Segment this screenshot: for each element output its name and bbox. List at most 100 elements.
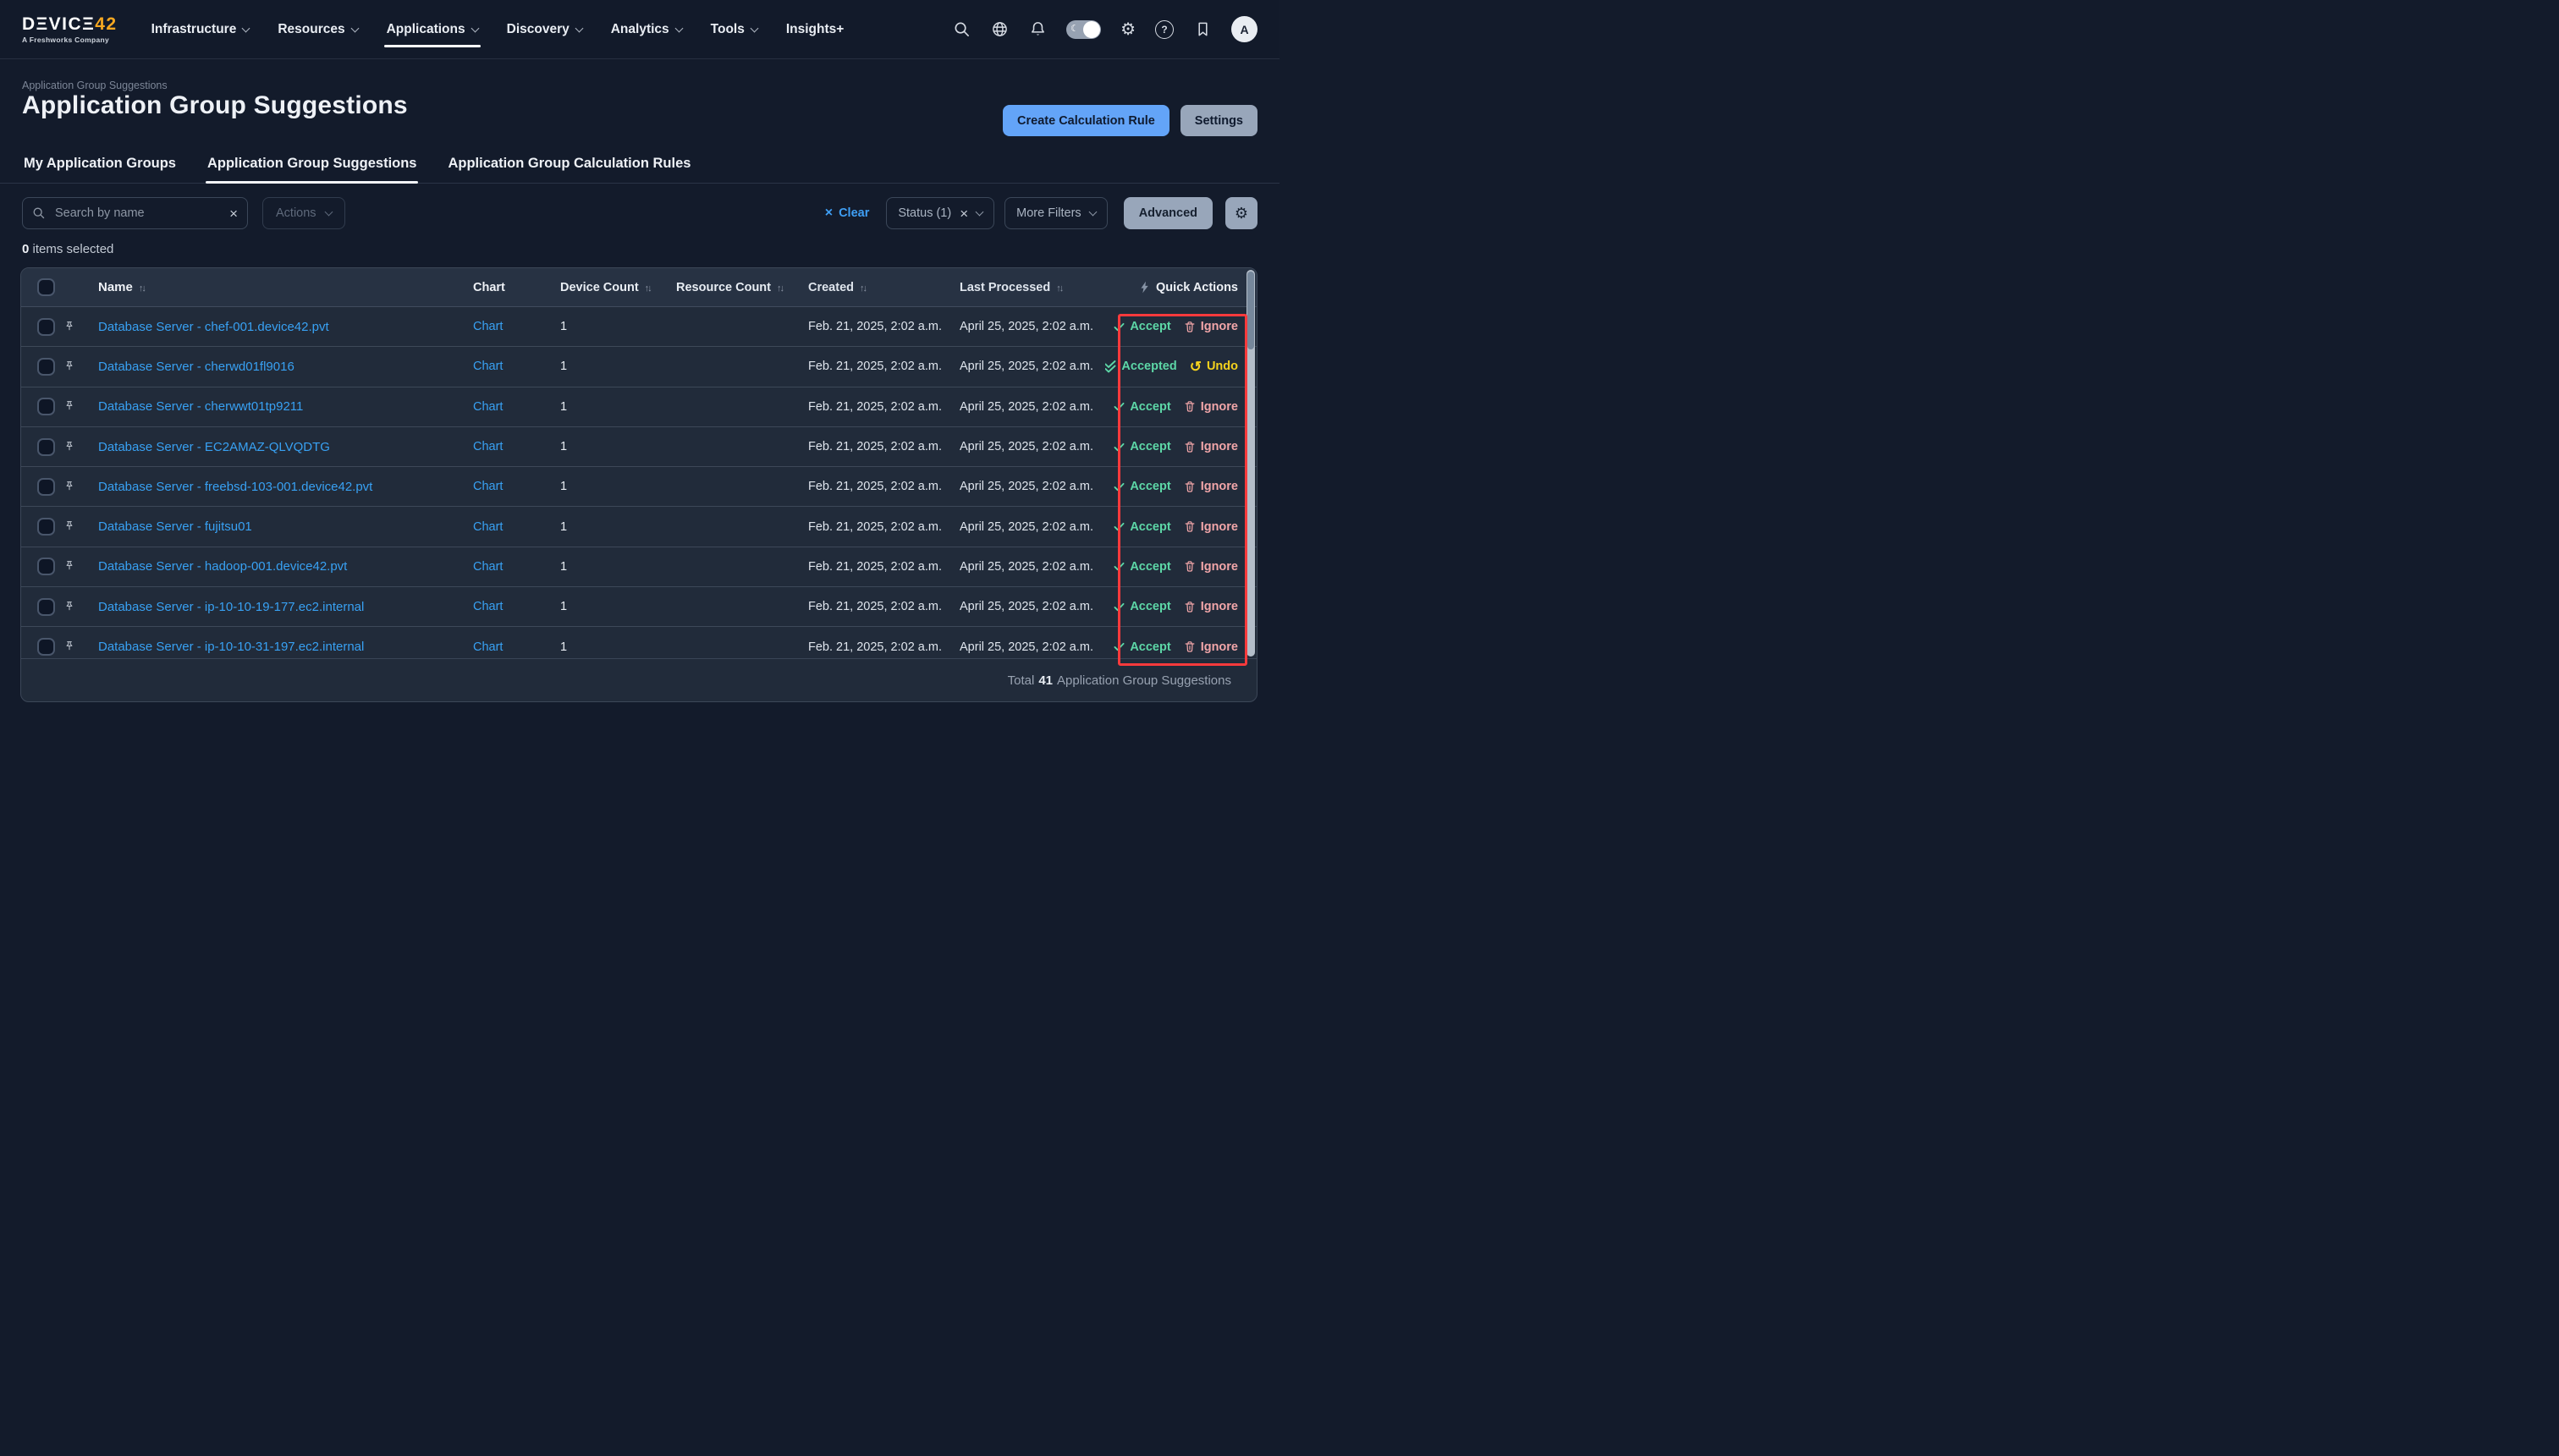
ignore-button[interactable]: Ignore bbox=[1184, 480, 1238, 493]
theme-toggle[interactable]: ☾ bbox=[1066, 20, 1101, 39]
ignore-button[interactable]: Ignore bbox=[1184, 440, 1238, 453]
chart-link[interactable]: Chart bbox=[473, 480, 503, 493]
accept-button[interactable]: Accept bbox=[1114, 440, 1170, 453]
pin-icon[interactable] bbox=[63, 640, 94, 654]
status-filter-remove-icon[interactable]: × bbox=[960, 206, 968, 221]
search-box[interactable]: × bbox=[22, 197, 248, 229]
column-header-name[interactable]: Name↑↓ bbox=[94, 280, 473, 294]
created-date: Feb. 21, 2025, 2:02 a.m. bbox=[808, 600, 960, 613]
select-all-checkbox[interactable] bbox=[37, 278, 55, 296]
suggestion-name-link[interactable]: Database Server - ip-10-10-31-197.ec2.in… bbox=[98, 640, 364, 654]
suggestion-name-link[interactable]: Database Server - EC2AMAZ-QLVQDTG bbox=[98, 440, 330, 454]
user-avatar[interactable]: A bbox=[1231, 16, 1257, 42]
search-clear-icon[interactable]: × bbox=[229, 206, 238, 221]
search-input[interactable] bbox=[53, 206, 222, 221]
accept-button[interactable]: Accept bbox=[1114, 560, 1170, 574]
suggestion-name-link[interactable]: Database Server - ip-10-10-19-177.ec2.in… bbox=[98, 600, 364, 614]
nav-item-applications[interactable]: Applications bbox=[387, 0, 478, 58]
clear-filters-button[interactable]: ×Clear bbox=[825, 206, 870, 220]
advanced-button[interactable]: Advanced bbox=[1124, 197, 1213, 229]
ignore-button[interactable]: Ignore bbox=[1184, 600, 1238, 613]
column-header-last-processed[interactable]: Last Processed↑↓ bbox=[960, 281, 1105, 294]
chart-link[interactable]: Chart bbox=[473, 400, 503, 414]
tab-application-group-suggestions[interactable]: Application Group Suggestions bbox=[206, 147, 419, 183]
chart-link[interactable]: Chart bbox=[473, 600, 503, 613]
ignore-button[interactable]: Ignore bbox=[1184, 560, 1238, 574]
ignore-button[interactable]: Ignore bbox=[1184, 320, 1238, 333]
pin-icon[interactable] bbox=[63, 440, 94, 454]
nav-item-infrastructure[interactable]: Infrastructure bbox=[151, 0, 250, 58]
device42-logo[interactable]: DΞVICΞ42 A Freshworks Company bbox=[22, 15, 118, 44]
bell-icon[interactable] bbox=[1028, 20, 1047, 39]
bookmark-icon[interactable] bbox=[1193, 20, 1212, 39]
row-checkbox[interactable] bbox=[37, 438, 55, 456]
ignore-button[interactable]: Ignore bbox=[1184, 400, 1238, 414]
accept-button[interactable]: Accept bbox=[1114, 320, 1170, 333]
row-checkbox[interactable] bbox=[37, 358, 55, 376]
pin-icon[interactable] bbox=[63, 320, 94, 334]
pin-icon[interactable] bbox=[63, 360, 94, 374]
column-header-created[interactable]: Created↑↓ bbox=[808, 281, 960, 294]
chart-link[interactable]: Chart bbox=[473, 640, 503, 654]
suggestion-name-link[interactable]: Database Server - fujitsu01 bbox=[98, 519, 252, 534]
column-header-device-count[interactable]: Device Count↑↓ bbox=[559, 281, 674, 294]
pin-icon[interactable] bbox=[63, 600, 94, 614]
last-processed-date: April 25, 2025, 2:02 a.m. bbox=[960, 600, 1105, 613]
status-filter-chip[interactable]: Status (1) × bbox=[886, 197, 994, 229]
row-checkbox[interactable] bbox=[37, 318, 55, 336]
ignore-button[interactable]: Ignore bbox=[1184, 640, 1238, 654]
nav-item-resources[interactable]: Resources bbox=[278, 0, 357, 58]
pin-icon[interactable] bbox=[63, 519, 94, 534]
row-checkbox[interactable] bbox=[37, 398, 55, 415]
accept-button[interactable]: Accept bbox=[1114, 520, 1170, 534]
row-checkbox[interactable] bbox=[37, 558, 55, 575]
column-header-resource-count[interactable]: Resource Count↑↓ bbox=[674, 281, 808, 294]
suggestion-name-link[interactable]: Database Server - cherwd01fl9016 bbox=[98, 360, 294, 374]
accept-button[interactable]: Accept bbox=[1114, 400, 1170, 414]
actions-dropdown[interactable]: Actions bbox=[262, 197, 345, 229]
page-title: Application Group Suggestions bbox=[22, 91, 408, 120]
row-checkbox[interactable] bbox=[37, 598, 55, 616]
chart-link[interactable]: Chart bbox=[473, 440, 503, 453]
accept-button[interactable]: Accept bbox=[1114, 480, 1170, 493]
globe-icon[interactable] bbox=[990, 20, 1009, 39]
nav-item-analytics[interactable]: Analytics bbox=[611, 0, 682, 58]
suggestion-name-link[interactable]: Database Server - chef-001.device42.pvt bbox=[98, 320, 329, 334]
row-checkbox[interactable] bbox=[37, 638, 55, 656]
suggestion-name-link[interactable]: Database Server - hadoop-001.device42.pv… bbox=[98, 559, 347, 574]
sort-icon: ↑↓ bbox=[1056, 283, 1062, 294]
quick-actions-cell: Accepted↺Undo bbox=[1105, 360, 1257, 374]
row-checkbox[interactable] bbox=[37, 478, 55, 496]
pin-icon[interactable] bbox=[63, 559, 94, 574]
chart-link[interactable]: Chart bbox=[473, 520, 503, 534]
help-icon[interactable]: ? bbox=[1155, 20, 1174, 39]
undo-button[interactable]: ↺Undo bbox=[1190, 360, 1238, 374]
pin-icon[interactable] bbox=[63, 399, 94, 414]
accept-button[interactable]: Accept bbox=[1114, 600, 1170, 613]
tab-my-application-groups[interactable]: My Application Groups bbox=[22, 147, 178, 183]
nav-item-discovery[interactable]: Discovery bbox=[507, 0, 582, 58]
settings-gear-icon[interactable]: ⚙ bbox=[1120, 21, 1136, 38]
more-filters-dropdown[interactable]: More Filters bbox=[1004, 197, 1108, 229]
settings-button[interactable]: Settings bbox=[1180, 105, 1257, 136]
table-settings-gear-button[interactable]: ⚙ bbox=[1225, 197, 1257, 229]
table-row: Database Server - chef-001.device42.pvt C… bbox=[21, 307, 1257, 347]
pin-icon[interactable] bbox=[63, 480, 94, 494]
chart-link[interactable]: Chart bbox=[473, 360, 503, 373]
nav-item-tools[interactable]: Tools bbox=[711, 0, 757, 58]
scrollbar-track[interactable] bbox=[1246, 270, 1255, 657]
total-count: 41 bbox=[1038, 673, 1053, 688]
chart-link[interactable]: Chart bbox=[473, 560, 503, 574]
ignore-button[interactable]: Ignore bbox=[1184, 520, 1238, 534]
create-calculation-rule-button[interactable]: Create Calculation Rule bbox=[1003, 105, 1169, 136]
chart-link[interactable]: Chart bbox=[473, 320, 503, 333]
nav-item-insights[interactable]: Insights+ bbox=[786, 0, 844, 58]
row-checkbox[interactable] bbox=[37, 518, 55, 536]
search-icon[interactable] bbox=[952, 20, 971, 39]
tab-application-group-calculation-rules[interactable]: Application Group Calculation Rules bbox=[446, 147, 692, 183]
accept-button[interactable]: Accept bbox=[1114, 640, 1170, 654]
suggestion-name-link[interactable]: Database Server - freebsd-103-001.device… bbox=[98, 480, 372, 494]
table-row: Database Server - ip-10-10-19-177.ec2.in… bbox=[21, 587, 1257, 627]
suggestion-name-link[interactable]: Database Server - cherwwt01tp9211 bbox=[98, 399, 303, 414]
scrollbar-thumb[interactable] bbox=[1247, 272, 1254, 349]
